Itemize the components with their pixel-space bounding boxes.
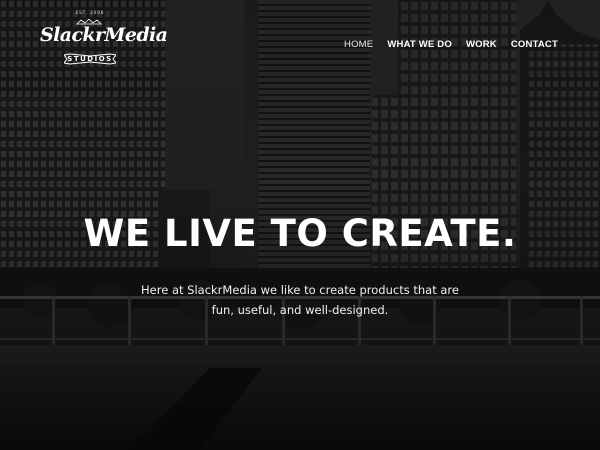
nav-item-contact[interactable]: CONTACT xyxy=(511,39,558,50)
nav-item-work[interactable]: WORK xyxy=(466,39,497,50)
logo-subtitle: STUDIOS xyxy=(67,55,113,63)
hero-headline: WE LIVE TO CREATE. xyxy=(83,212,517,255)
nav-item-what-we-do[interactable]: WHAT WE DO xyxy=(387,39,452,50)
logo-name: SlackrMedia xyxy=(40,24,168,46)
nav-item-home[interactable]: HOME xyxy=(344,39,373,50)
logo-est-text: EST. 2008 xyxy=(75,10,105,15)
main-nav: HOME WHAT WE DO WORK CONTACT xyxy=(344,37,558,51)
hero-tagline: Here at SlackrMedia we like to create pr… xyxy=(141,283,459,317)
brand-logo[interactable]: EST. 2008 SlackrMedia STUDIOS xyxy=(40,10,168,68)
